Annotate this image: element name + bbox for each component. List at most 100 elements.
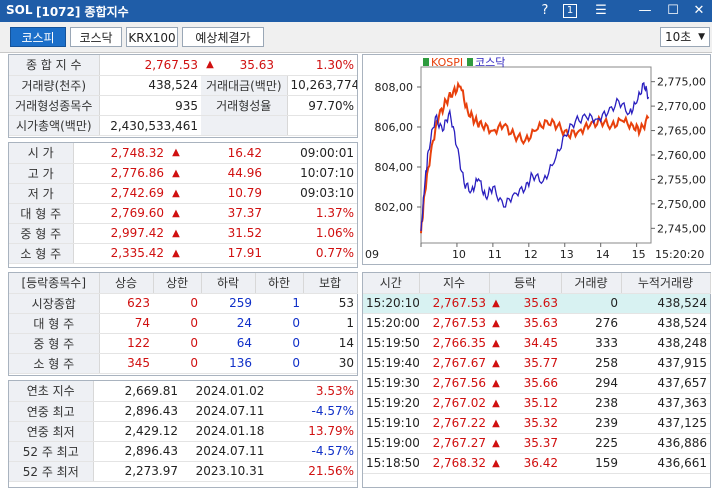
ohlc-extra: 10:07:10 [265, 163, 357, 184]
tick-index: 2,768.32 [419, 453, 489, 474]
yearly-panel: 연초 지수 2,669.81 2024.01.02 3.53% 연중 최고 2,896.4… [8, 380, 358, 488]
breadth-label: 소 형 주 [9, 353, 100, 374]
ticks-header[interactable]: 시간 [363, 273, 420, 294]
tick-volume: 258 [561, 353, 621, 374]
up-triangle-icon: ▲ [167, 143, 185, 164]
ticks-header[interactable]: 등락 [489, 273, 562, 294]
breadth-row: 대 형 주 74 0 24 0 1 [9, 313, 357, 334]
tick-index: 2,767.67 [419, 353, 489, 374]
chart-svg: KOSPI 코스닥 808,00 806,00 804,00 802,00 2,775,00… [365, 56, 706, 261]
traded-ratio-value: 97.70% [287, 95, 357, 116]
yearly-label: 52 주 최고 [9, 441, 94, 462]
up-triangle-icon: ▲ [489, 373, 503, 394]
tick-index: 2,767.02 [419, 393, 489, 414]
left-axis-label: 806,00 [375, 121, 414, 134]
right-axis-label: 2,765,00 [657, 125, 706, 138]
tick-change: 35.63 [503, 293, 561, 314]
tick-row[interactable]: 15:19:00 2,767.27 ▲ 35.37 225 436,886 [363, 433, 710, 454]
ohlc-change: 16.42 [185, 143, 265, 164]
breadth-count: 53 [303, 293, 357, 314]
yearly-date: 2024.07.11 [181, 401, 279, 422]
x-axis-label: 15 [632, 248, 646, 261]
tick-change: 35.66 [503, 373, 561, 394]
tick-row[interactable]: 15:20:10 2,767.53 ▲ 35.63 0 438,524 [363, 293, 710, 314]
tick-time: 15:19:40 [363, 353, 419, 374]
up-triangle-icon: ▲ [489, 433, 503, 454]
ticks-panel[interactable]: 시간 지수 등락 거래량 누적거래량 15:20:10 2,767.53 ▲ 35.63 0 43… [362, 272, 711, 488]
ticks-header[interactable]: 지수 [419, 273, 490, 294]
yearly-value: 2,896.43 [93, 441, 181, 462]
ohlc-label: 중 형 주 [9, 223, 74, 244]
x-axis-end-label: 15:20:20 [655, 248, 704, 261]
tick-cumulative-volume: 437,363 [621, 393, 710, 414]
up-triangle-icon: ▲ [489, 453, 503, 474]
breadth-count: 64 [201, 333, 255, 354]
right-axis-label: 2,775,00 [657, 76, 706, 89]
ohlc-price: 2,769.60 [73, 203, 167, 224]
tick-row[interactable]: 15:19:40 2,767.67 ▲ 35.77 258 437,915 [363, 353, 710, 374]
tab-kospi[interactable]: 코스피 [10, 27, 66, 47]
tick-time: 15:20:00 [363, 313, 419, 334]
legend-kospi-label: KOSPI [431, 56, 463, 69]
breadth-count: 623 [99, 293, 153, 314]
tick-index: 2,767.53 [419, 293, 489, 314]
ticks-header[interactable]: 누적거래량 [621, 273, 711, 294]
up-triangle-icon: ▲ [489, 393, 503, 414]
index-change: 35.63 [219, 55, 277, 76]
yearly-label: 연초 지수 [9, 381, 94, 402]
yearly-value: 2,429.12 [93, 421, 181, 442]
tick-index: 2,766.35 [419, 333, 489, 354]
index-rate: 1.30% [277, 55, 357, 76]
ohlc-change: 10.79 [185, 183, 265, 204]
tab-kosdaq[interactable]: 코스닥 [70, 27, 122, 47]
x-axis-label: 14 [596, 248, 610, 261]
intraday-chart[interactable]: KOSPI 코스닥 808,00 806,00 804,00 802,00 2,775,00… [362, 54, 711, 265]
tick-cumulative-volume: 438,248 [621, 333, 710, 354]
tick-cumulative-volume: 437,915 [621, 353, 710, 374]
ohlc-extra: 1.06% [265, 223, 357, 244]
tick-volume: 159 [561, 453, 621, 474]
breadth-count: 0 [153, 353, 201, 374]
help-button[interactable]: ? [536, 2, 554, 20]
breadth-count: 74 [99, 313, 153, 334]
maximize-button[interactable]: ☐ [664, 2, 682, 20]
tick-row[interactable]: 15:19:10 2,767.22 ▲ 35.32 239 437,125 [363, 413, 710, 434]
breadth-count: 24 [201, 313, 255, 334]
ohlc-label: 시 가 [9, 143, 74, 164]
menu-icon[interactable]: ☰ [592, 2, 610, 20]
market-cap-label: 시가총액(백만) [9, 115, 100, 136]
yearly-row: 52 주 최저 2,273.97 2023.10.31 21.56% [9, 461, 357, 482]
right-axis-label: 2,770,00 [657, 100, 706, 113]
ohlc-label: 소 형 주 [9, 243, 74, 264]
tick-row[interactable]: 15:19:20 2,767.02 ▲ 35.12 238 437,363 [363, 393, 710, 414]
up-triangle-icon: ▲ [201, 55, 219, 76]
breadth-header: 하락 [201, 273, 256, 294]
tick-row[interactable]: 15:19:30 2,767.56 ▲ 35.66 294 437,657 [363, 373, 710, 394]
tick-row[interactable]: 15:19:50 2,766.35 ▲ 34.45 333 438,248 [363, 333, 710, 354]
tick-time: 15:20:10 [363, 293, 419, 314]
interval-select[interactable]: 10초 ▼ [660, 27, 710, 47]
right-axis-label: 2,755,00 [657, 173, 706, 186]
breadth-label: 대 형 주 [9, 313, 100, 334]
breadth-row: 소 형 주 345 0 136 0 30 [9, 353, 357, 374]
tick-row[interactable]: 15:20:00 2,767.53 ▲ 35.63 276 438,524 [363, 313, 710, 334]
tick-change: 35.12 [503, 393, 561, 414]
tick-volume: 276 [561, 313, 621, 334]
tick-row[interactable]: 15:18:50 2,768.32 ▲ 36.42 159 436,661 [363, 453, 710, 474]
close-button[interactable]: ✕ [690, 2, 708, 20]
breadth-row: 시장종합 623 0 259 1 53 [9, 293, 357, 314]
yearly-row: 연초 지수 2,669.81 2024.01.02 3.53% [9, 381, 357, 402]
ticks-header[interactable]: 거래량 [561, 273, 622, 294]
tab-krx100[interactable]: KRX100 [126, 27, 178, 47]
summary-panel: 종 합 지 수 2,767.53 ▲ 35.63 1.30% 거래량(천주) 4… [8, 54, 358, 138]
tab-expected-price[interactable]: 예상체결가 [182, 27, 264, 47]
tick-index: 2,767.27 [419, 433, 489, 454]
minimize-button[interactable]: — [636, 2, 654, 20]
tick-volume: 294 [561, 373, 621, 394]
ohlc-price: 2,997.42 [73, 223, 167, 244]
tick-time: 15:19:50 [363, 333, 419, 354]
ohlc-row: 대 형 주 2,769.60 ▲ 37.37 1.37% [9, 203, 357, 224]
screen-number-button[interactable]: 1 [563, 4, 577, 18]
tick-cumulative-volume: 437,657 [621, 373, 710, 394]
x-axis-label: 12 [524, 248, 538, 261]
